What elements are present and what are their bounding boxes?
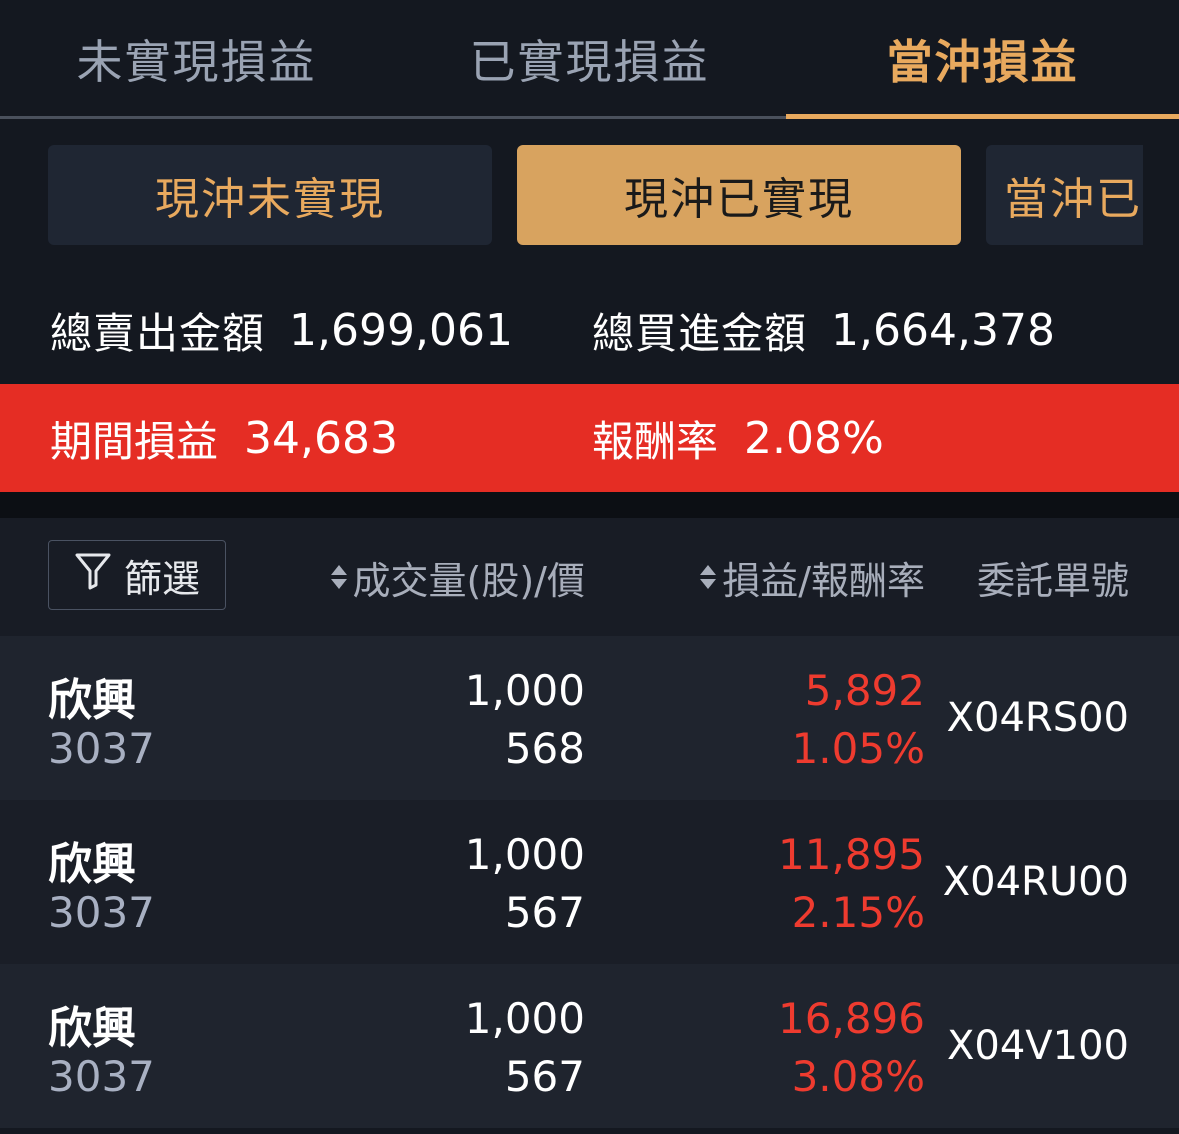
order-no-header: 委託單號 [977,518,1129,636]
stock-name: 欣興 [48,839,136,890]
trade-price: 567 [504,1052,585,1101]
table-row[interactable]: 欣興 3037 1,000 568 5,892 1.05% X04RS00 [0,636,1179,800]
stock-name: 欣興 [48,1003,136,1054]
total-sell-label: 總賣出金額 [50,308,266,358]
period-pl: 期間損益 34,683 [50,384,398,492]
stock-name: 欣興 [48,675,136,726]
sort-volume-price-header[interactable]: 成交量(股)/價 [329,518,585,636]
subtab-cash-daytrade-unrealized[interactable]: 現沖未實現 [48,145,492,245]
return-rate-cell: 1.05% [791,724,925,773]
trade-price: 568 [504,724,585,773]
trade-quantity: 1,000 [464,666,585,715]
sort-updown-icon [330,565,347,589]
return-rate-label: 報酬率 [592,416,719,466]
sort-updown-icon [700,565,717,589]
order-number: X04RU00 [942,859,1129,905]
total-sell-value: 1,699,061 [289,304,513,356]
sort-pl-rate-header[interactable]: 損益/報酬率 [698,518,925,636]
return-rate-cell: 2.15% [791,888,925,937]
subtab-daytrade-realized[interactable]: 當沖已 [986,145,1143,245]
sub-tab-bar: 現沖未實現 現沖已實現 當沖已 [0,145,1179,245]
order-number: X04V100 [946,1023,1129,1069]
pl-rate-label: 損益/報酬率 [722,558,925,603]
period-pl-label: 期間損益 [50,416,219,466]
stock-code: 3037 [48,1052,155,1101]
total-buy-label: 總買進金額 [592,308,808,358]
filter-button[interactable]: 篩選 [48,540,226,610]
total-buy-value: 1,664,378 [831,304,1055,356]
summary-bar: 期間損益 34,683 報酬率 2.08% [0,384,1179,492]
tab-unrealized-pl[interactable]: 未實現損益 [0,0,393,118]
profit-loss: 11,895 [778,830,925,879]
return-rate: 報酬率 2.08% [592,384,884,492]
totals-row: 總賣出金額 1,699,061 總買進金額 1,664,378 [0,290,1179,370]
trade-quantity: 1,000 [464,994,585,1043]
table-row[interactable]: 欣興 3037 1,000 567 11,895 2.15% X04RU00 [0,800,1179,964]
trade-quantity: 1,000 [464,830,585,879]
total-buy: 總買進金額 1,664,378 [592,290,1055,370]
profit-loss: 16,896 [778,994,925,1043]
stock-code: 3037 [48,888,155,937]
funnel-icon [74,551,112,600]
profit-loss: 5,892 [804,666,925,715]
stock-code: 3037 [48,724,155,773]
table-row[interactable]: 欣興 3037 1,000 567 16,896 3.08% X04V100 [0,964,1179,1128]
top-tab-bar: 未實現損益 已實現損益 當沖損益 [0,0,1179,119]
active-tab-indicator [786,114,1179,119]
trade-price: 567 [504,888,585,937]
period-pl-value: 34,683 [244,412,398,464]
filter-label: 篩選 [123,556,200,601]
volume-price-label: 成交量(股)/價 [352,558,585,603]
tab-realized-pl[interactable]: 已實現損益 [393,0,786,118]
subtab-cash-daytrade-realized[interactable]: 現沖已實現 [517,145,961,245]
tab-divider [0,116,786,119]
return-rate-cell: 3.08% [791,1052,925,1101]
tab-daytrade-pl[interactable]: 當沖損益 [786,0,1179,118]
list-header: 篩選 成交量(股)/價 損益/報酬率 委託單號 [0,518,1179,636]
order-no-label: 委託單號 [976,558,1129,603]
total-sell: 總賣出金額 1,699,061 [50,290,513,370]
return-rate-value: 2.08% [744,412,884,464]
order-number: X04RS00 [946,695,1129,741]
section-divider [0,492,1179,518]
